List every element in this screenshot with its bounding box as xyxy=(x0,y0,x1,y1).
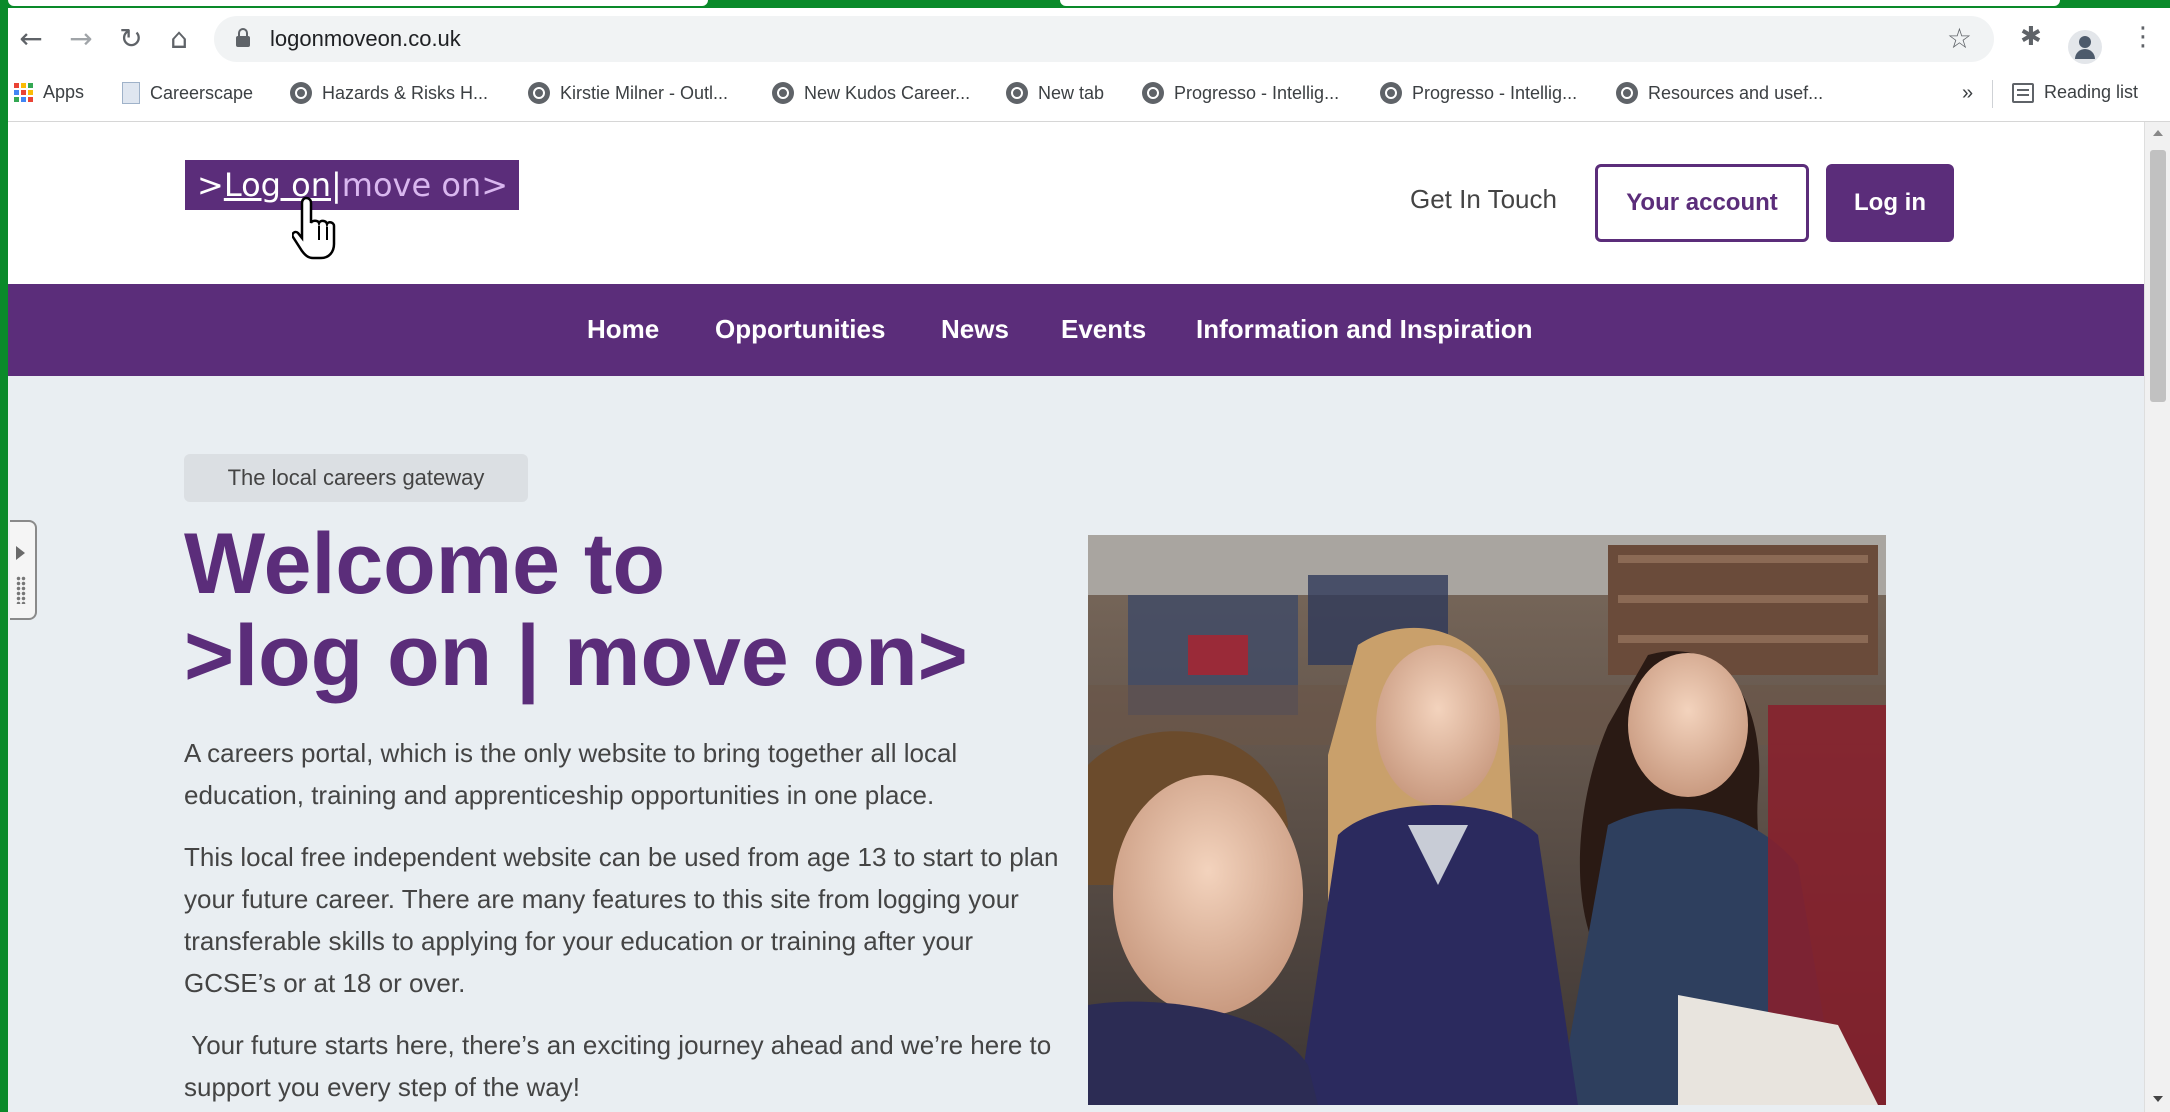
globe-icon xyxy=(290,82,312,104)
tab-strip xyxy=(0,0,2170,8)
profile-avatar-icon[interactable] xyxy=(2068,30,2102,64)
hero-paragraph-2: This local free independent website can … xyxy=(184,842,1059,998)
reload-icon[interactable]: ↻ xyxy=(114,22,148,56)
hero-title-line-1: Welcome to xyxy=(184,516,666,612)
bookmark-label: Kirstie Milner - Outl... xyxy=(560,82,729,103)
bookmark-hazards[interactable]: Hazards & Risks H... xyxy=(290,82,488,104)
bookmark-resources[interactable]: Resources and usef... xyxy=(1616,82,1823,104)
bookmark-progresso-1[interactable]: Progresso - Intellig... xyxy=(1142,82,1339,104)
reading-list-button[interactable]: Reading list xyxy=(2012,82,2138,103)
bookmark-progresso-2[interactable]: Progresso - Intellig... xyxy=(1380,82,1577,104)
home-icon[interactable]: ⌂ xyxy=(162,22,196,56)
nav-events[interactable]: Events xyxy=(1061,314,1146,345)
hand-cursor-icon xyxy=(292,196,336,260)
bookmark-careerscape[interactable]: Careerscape xyxy=(122,82,253,104)
browser-chrome: ← → ↻ ⌂ logonmoveon.co.uk ☆ ✱ ⋮ Apps Car… xyxy=(0,0,2170,122)
page-scrollbar[interactable] xyxy=(2144,122,2170,1112)
address-row: ← → ↻ ⌂ logonmoveon.co.uk ☆ ✱ ⋮ xyxy=(0,8,2170,70)
get-in-touch-link[interactable]: Get In Touch xyxy=(1410,184,1557,215)
expand-arrow-icon xyxy=(16,546,25,560)
hero-badge: The local careers gateway xyxy=(184,454,528,502)
bookmark-kirstie[interactable]: Kirstie Milner - Outl... xyxy=(528,82,728,104)
nav-news[interactable]: News xyxy=(941,314,1009,345)
main-nav: Home Opportunities News Events Informati… xyxy=(8,284,2144,376)
bookmark-kudos[interactable]: New Kudos Career... xyxy=(772,82,970,104)
window-edge xyxy=(0,0,8,1112)
logo-arrow: > xyxy=(197,166,224,204)
nav-home[interactable]: Home xyxy=(587,314,659,345)
bookmarks-divider xyxy=(1992,80,1993,108)
bookmark-apps[interactable]: Apps xyxy=(14,82,84,103)
bookmarks-overflow-button[interactable]: » xyxy=(1962,82,1973,105)
scroll-up-icon[interactable] xyxy=(2153,130,2163,136)
globe-icon xyxy=(1380,82,1402,104)
globe-icon xyxy=(1142,82,1164,104)
apps-grid-icon xyxy=(14,83,33,102)
bookmark-label: New Kudos Career... xyxy=(804,82,971,103)
hero-paragraph-3: Your future starts here, there’s an exci… xyxy=(184,1030,1059,1102)
bookmark-label: Progresso - Intellig... xyxy=(1174,82,1340,103)
site-logo[interactable]: >Log on|move on> xyxy=(185,160,519,210)
document-icon xyxy=(122,82,140,104)
extensions-icon[interactable]: ✱ xyxy=(2020,22,2042,52)
hero-title-line-2: >log on | move on> xyxy=(184,608,968,704)
hero-paragraph-1: A careers portal, which is the only webs… xyxy=(184,738,958,810)
hero-title: Welcome to >log on | move on> xyxy=(184,518,1064,702)
forward-icon[interactable]: → xyxy=(64,22,98,56)
logo-move-on: move on> xyxy=(341,166,508,204)
url-text[interactable]: logonmoveon.co.uk xyxy=(270,26,461,52)
nav-information-inspiration[interactable]: Information and Inspiration xyxy=(1196,314,1533,345)
globe-icon xyxy=(1616,82,1638,104)
drag-handle-icon xyxy=(16,576,26,604)
nav-opportunities[interactable]: Opportunities xyxy=(715,314,885,345)
globe-icon xyxy=(528,82,550,104)
bookmark-label: Hazards & Risks H... xyxy=(322,82,489,103)
log-in-button[interactable]: Log in xyxy=(1826,164,1954,242)
lock-icon xyxy=(236,28,250,48)
bookmark-label: New tab xyxy=(1038,82,1105,103)
scrollbar-thumb[interactable] xyxy=(2150,150,2166,402)
bookmark-star-icon[interactable]: ☆ xyxy=(1947,22,1972,55)
reading-list-label: Reading list xyxy=(2044,82,2139,102)
reading-list-icon xyxy=(2012,82,2034,103)
side-panel-toggle[interactable] xyxy=(10,520,37,620)
globe-icon xyxy=(772,82,794,104)
scroll-down-icon[interactable] xyxy=(2153,1096,2163,1102)
back-icon[interactable]: ← xyxy=(14,22,48,56)
site-header: >Log on|move on> Get In Touch Your accou… xyxy=(8,122,2144,284)
bookmark-new-tab[interactable]: New tab xyxy=(1006,82,1104,104)
menu-kebab-icon[interactable]: ⋮ xyxy=(2130,22,2156,52)
bookmark-label: Resources and usef... xyxy=(1648,82,1824,103)
address-bar[interactable]: logonmoveon.co.uk ☆ xyxy=(214,16,1994,62)
your-account-button[interactable]: Your account xyxy=(1595,164,1809,242)
bookmark-label: Progresso - Intellig... xyxy=(1412,82,1578,103)
bookmark-label: Careerscape xyxy=(150,82,254,103)
bookmarks-bar: Apps Careerscape Hazards & Risks H... Ki… xyxy=(0,70,2170,120)
hero-students-photo xyxy=(1088,535,1886,1105)
globe-icon xyxy=(1006,82,1028,104)
bookmark-label: Apps xyxy=(43,82,85,102)
